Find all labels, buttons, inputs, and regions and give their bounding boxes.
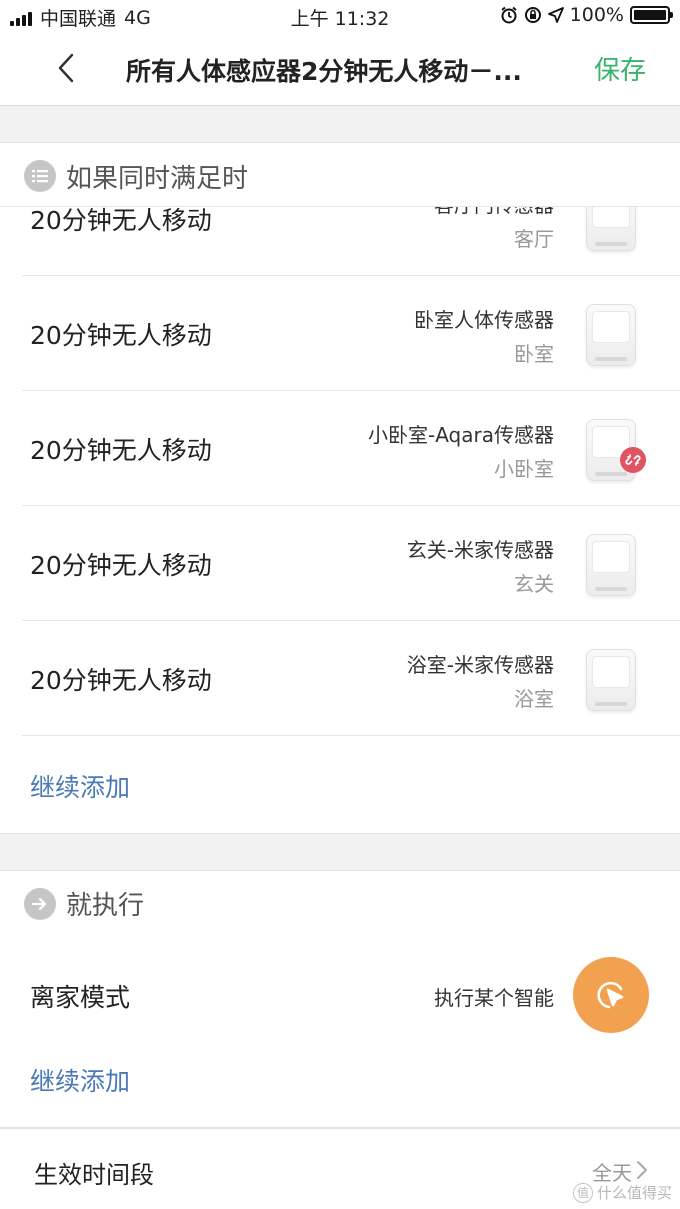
- watermark: 值 什么值得买: [572, 1182, 672, 1203]
- alarm-icon: [501, 6, 517, 24]
- page-title: 所有人体感应器2分钟无人移动－...: [126, 57, 522, 86]
- save-button[interactable]: 保存: [594, 50, 646, 87]
- action-label: 离家模式: [30, 983, 131, 1012]
- chevron-left-icon: [58, 53, 74, 83]
- condition-label: 20分钟无人移动: [30, 436, 212, 465]
- device-name: 浴室-米家传感器: [406, 653, 554, 677]
- broken-link-icon: [620, 447, 646, 473]
- condition-row[interactable]: 20分钟无人移动 玄关-米家传感器 玄关: [0, 506, 680, 621]
- device-room: 玄关: [514, 572, 554, 596]
- device-room: 卧室: [514, 342, 554, 366]
- device-room: 浴室: [514, 687, 554, 711]
- divider: [22, 735, 680, 736]
- device-name: 卧室人体传感器: [414, 308, 554, 332]
- list-icon: [24, 160, 56, 192]
- condition-row[interactable]: 20分钟无人移动 客厅门传感器 客厅: [0, 206, 680, 276]
- navigation-bar: 所有人体感应器2分钟无人移动－... 保存: [0, 32, 680, 106]
- conditions-list: 20分钟无人移动 客厅门传感器 客厅 20分钟无人移动 卧室人体传感器 卧室 2…: [0, 206, 680, 736]
- motion-sensor-icon: [586, 304, 636, 366]
- action-type: 执行某个智能: [434, 986, 554, 1010]
- battery-percent: 100%: [569, 4, 624, 26]
- smart-scene-icon: [573, 957, 649, 1033]
- rotation-lock-icon: [524, 7, 541, 23]
- status-bar: 中国联通 4G 上午 11:32 100%: [0, 0, 680, 32]
- header-divider: [0, 206, 680, 207]
- actions-title: 就执行: [66, 891, 145, 921]
- condition-row[interactable]: 20分钟无人移动 小卧室-Aqara传感器 小卧室: [0, 391, 680, 506]
- condition-row[interactable]: 20分钟无人移动 卧室人体传感器 卧室: [0, 276, 680, 391]
- battery-icon: [630, 6, 673, 24]
- action-row[interactable]: 离家模式 执行某个智能: [0, 936, 680, 1052]
- condition-label: 20分钟无人移动: [30, 206, 212, 235]
- condition-label: 20分钟无人移动: [30, 666, 212, 695]
- motion-sensor-icon: [586, 206, 636, 251]
- condition-label: 20分钟无人移动: [30, 551, 212, 580]
- conditions-title: 如果同时满足时: [66, 163, 249, 194]
- add-action-link[interactable]: 继续添加: [30, 1062, 130, 1098]
- watermark-text: 什么值得买: [596, 1184, 672, 1202]
- actions-header: 就执行: [0, 871, 680, 937]
- device-name: 小卧室-Aqara传感器: [368, 423, 554, 447]
- motion-sensor-icon: [586, 534, 636, 596]
- clock: 上午 11:32: [290, 8, 390, 30]
- condition-label: 20分钟无人移动: [30, 321, 212, 350]
- effective-time-row[interactable]: 生效时间段 全天 值 什么值得买: [0, 1128, 680, 1209]
- add-condition-link[interactable]: 继续添加: [30, 768, 130, 804]
- time-period-label: 生效时间段: [34, 1161, 154, 1189]
- condition-row[interactable]: 20分钟无人移动 浴室-米家传感器 浴室: [0, 621, 680, 736]
- device-room: 小卧室: [494, 457, 554, 481]
- location-icon: [547, 7, 564, 23]
- device-room: 客厅: [514, 227, 554, 251]
- arrow-right-icon: [24, 887, 56, 920]
- device-name: 玄关-米家传感器: [406, 538, 554, 562]
- watermark-logo: 值: [572, 1182, 593, 1203]
- conditions-header: 如果同时满足时: [0, 143, 680, 209]
- motion-sensor-icon: [586, 649, 636, 711]
- chevron-right-icon: [637, 1161, 647, 1179]
- back-button[interactable]: [46, 48, 86, 88]
- device-name: 客厅门传感器: [434, 206, 554, 218]
